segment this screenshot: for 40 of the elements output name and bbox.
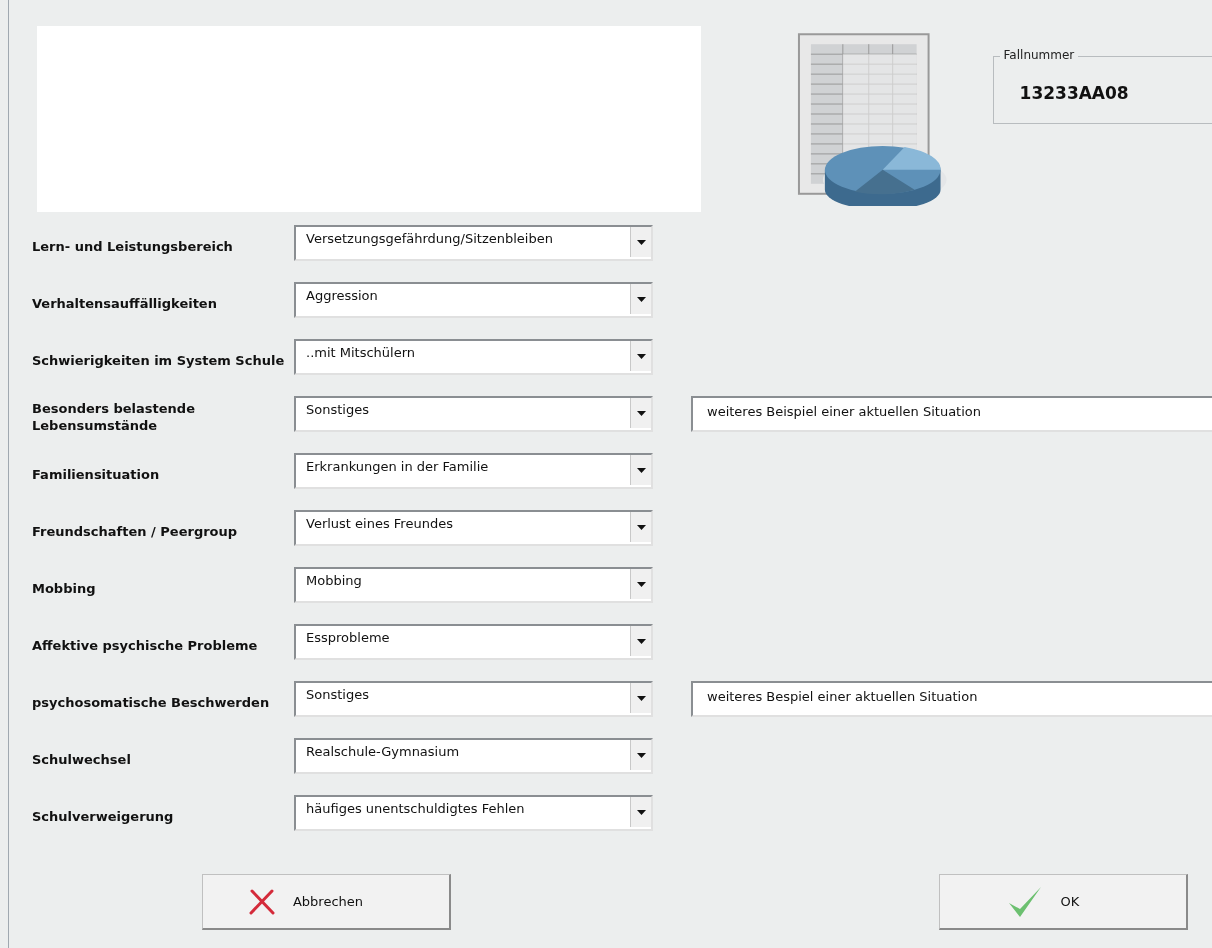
- field-label: Schwierigkeiten im System Schule: [32, 351, 286, 369]
- dropdown-arrow-icon[interactable]: [636, 296, 646, 302]
- category-dropdown[interactable]: Versetzungsgefährdung/Sitzenbleiben: [294, 225, 653, 261]
- note-field[interactable]: weiteres Beispiel einer aktuellen Situation: [691, 396, 1212, 432]
- field-label: Schulwechsel: [32, 750, 132, 768]
- field-label: Freundschaften / Peergroup: [32, 522, 239, 540]
- cross-icon: [248, 888, 275, 915]
- field-label: psychosomatische Beschwerden: [32, 693, 271, 711]
- case-number: 13233AA08: [1019, 83, 1129, 103]
- dropdown-arrow-icon[interactable]: [636, 695, 646, 701]
- cancel-button[interactable]: Abbrechen: [202, 874, 451, 930]
- field-label: Verhaltensauffälligkeiten: [32, 294, 218, 312]
- category-dropdown[interactable]: Realschule-Gymnasium: [294, 738, 653, 774]
- category-dropdown[interactable]: Mobbing: [294, 567, 653, 603]
- field-label: Mobbing: [32, 579, 97, 597]
- category-dropdown[interactable]: Essprobleme: [294, 624, 653, 660]
- field-label: Lern- und Leistungsbereich: [32, 237, 234, 255]
- dropdown-arrow-icon[interactable]: [636, 638, 646, 644]
- category-dropdown[interactable]: häufiges unentschuldigtes Fehlen: [294, 795, 653, 831]
- dropdown-arrow-icon[interactable]: [636, 524, 646, 530]
- category-dropdown[interactable]: Aggression: [294, 282, 653, 318]
- category-dropdown[interactable]: Sonstiges: [294, 681, 653, 717]
- field-label: Familiensituation: [32, 465, 161, 483]
- group-legend: Fallnummer: [999, 48, 1079, 62]
- field-label: Affektive psychische Probleme: [32, 636, 259, 654]
- field-label: Schulverweigerung: [32, 807, 175, 825]
- note-field[interactable]: weiteres Bespiel einer aktuellen Situation: [691, 681, 1212, 717]
- category-dropdown[interactable]: Sonstiges: [294, 396, 653, 432]
- dropdown-arrow-icon[interactable]: [636, 410, 646, 416]
- ok-button[interactable]: OK: [939, 874, 1188, 930]
- category-dropdown[interactable]: Erkrankungen in der Familie: [294, 453, 653, 489]
- dropdown-arrow-icon[interactable]: [636, 809, 646, 815]
- dropdown-arrow-icon[interactable]: [636, 581, 646, 587]
- dropdown-arrow-icon[interactable]: [636, 353, 646, 359]
- dropdown-arrow-icon[interactable]: [636, 239, 646, 245]
- category-dropdown[interactable]: ..mit Mitschülern: [294, 339, 653, 375]
- dropdown-arrow-icon[interactable]: [636, 752, 646, 758]
- category-dropdown[interactable]: Verlust eines Freundes: [294, 510, 653, 546]
- dropdown-arrow-icon[interactable]: [636, 467, 646, 473]
- field-label: Besonders belastende Lebensumstände: [32, 400, 196, 434]
